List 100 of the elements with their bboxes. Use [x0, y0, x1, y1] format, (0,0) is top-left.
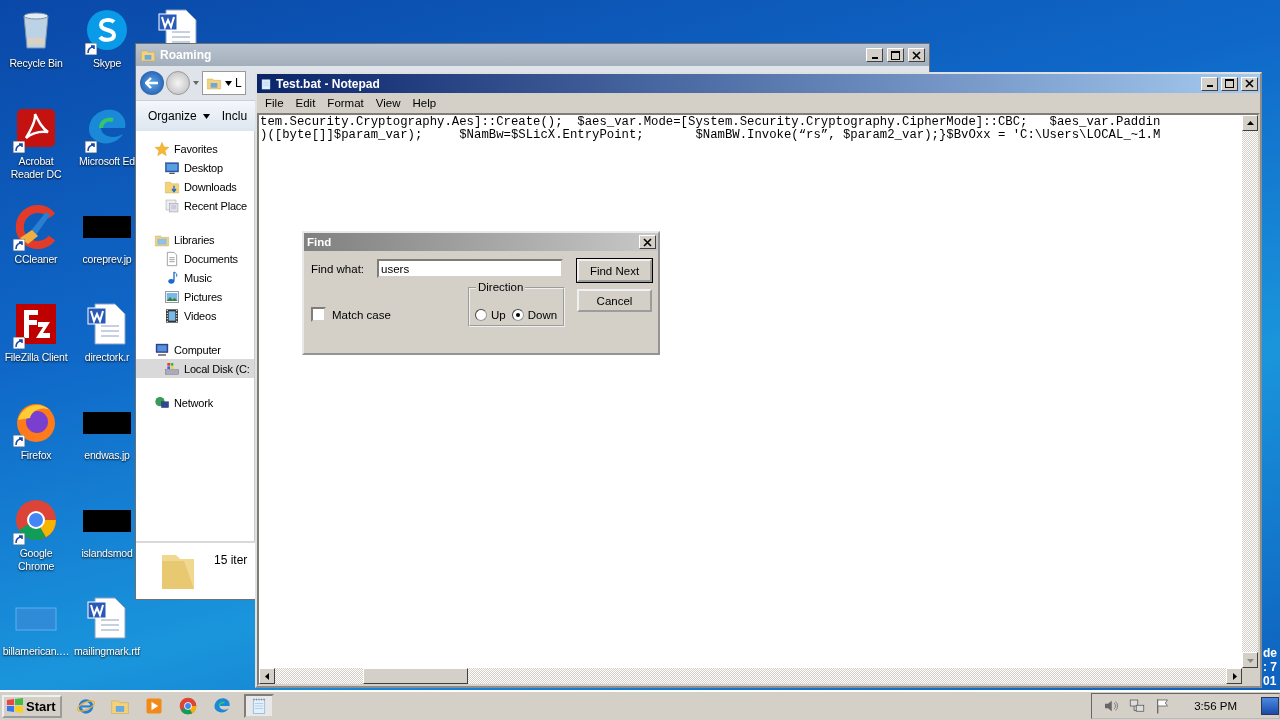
close-button[interactable]	[639, 235, 656, 249]
caret-icon	[225, 80, 232, 86]
menu-item[interactable]: View	[369, 97, 407, 109]
start-button[interactable]: Start	[2, 694, 62, 718]
folder-icon	[206, 75, 222, 91]
group-label: Direction	[476, 281, 526, 293]
nav-item[interactable]: Music	[136, 268, 254, 287]
desktop-icon-label[interactable]: CCleaner	[2, 253, 70, 266]
field-label: Find what:	[311, 262, 365, 275]
code-line: )([byte[]]$param_var); $NamBw=$SLicX.EntryPoint; $NamBW.Invoke(“rs”, $param2_var);}$BvOxx = 'C:\Users\LOCAL_~1.M	[260, 129, 1162, 142]
recent-places-icon	[164, 197, 180, 214]
menu-item[interactable]: Edit	[289, 97, 322, 109]
item-count: 15 iter	[214, 553, 248, 567]
desktop-icon-label[interactable]: Recycle Bin	[2, 57, 70, 70]
up-arrow-icon	[1246, 119, 1254, 127]
computer-icon	[154, 341, 170, 358]
scroll-down-button[interactable]	[1242, 652, 1258, 668]
minimize-icon	[1206, 85, 1213, 87]
windows-logo-icon	[6, 697, 24, 715]
menu-item[interactable]: File	[259, 97, 290, 109]
down-arrow-icon	[1246, 656, 1254, 664]
clock[interactable]: 3:56 PM	[1194, 700, 1237, 712]
scroll-left-button[interactable]	[259, 668, 275, 684]
desktop-icon-label[interactable]: Acrobat Reader DC	[2, 155, 70, 181]
monitor-icon	[164, 159, 180, 176]
desktop-icon-label[interactable]: Skype	[92, 57, 122, 70]
scroll-right-button[interactable]	[1226, 668, 1242, 684]
menu-item[interactable]: Format	[321, 97, 370, 109]
minimize-icon	[871, 56, 878, 59]
window-title: Test.bat - Notepad	[276, 76, 380, 91]
nav-item[interactable]: Libraries	[136, 230, 254, 249]
network-icon[interactable]	[1128, 697, 1147, 715]
code-line: tem.Security.Cryptography.Aes]::Create(); $aes_var.Mode=[System.Security.Cryptography.CipherMode]::CBC; $aes_var.Paddin	[260, 116, 1162, 129]
nav-item[interactable]: Computer	[136, 340, 254, 359]
desktop-text: de	[1263, 646, 1277, 660]
desktop-text: : 7	[1263, 660, 1277, 674]
nav-item[interactable]: Recent Place	[136, 196, 254, 215]
scrollbar-thumb[interactable]	[363, 668, 468, 684]
close-icon	[912, 50, 921, 60]
horizontal-scrollbar[interactable]	[259, 668, 1258, 684]
nav-item[interactable]: Videos	[136, 306, 254, 325]
minimize-button[interactable]	[866, 48, 883, 62]
minimize-button[interactable]	[1201, 76, 1218, 91]
star-icon	[154, 140, 170, 157]
toolbar-button[interactable]: Organize	[148, 109, 210, 123]
show-desktop-button[interactable]	[1261, 697, 1279, 715]
folder-icon	[140, 47, 156, 63]
match-case-checkbox[interactable]: Match case	[311, 307, 391, 322]
toolbar-button[interactable]: Inclu	[221, 109, 248, 123]
nav-item[interactable]: Downloads	[136, 177, 254, 196]
find-what-field[interactable]: users	[377, 259, 564, 278]
close-button[interactable]	[908, 48, 925, 62]
close-button[interactable]	[1241, 76, 1258, 91]
desktop-icon-label[interactable]: endwas.jp	[84, 449, 130, 462]
nav-item[interactable]: Network	[136, 393, 254, 412]
caret-icon	[202, 113, 210, 119]
nav-item[interactable]: Documents	[136, 249, 254, 268]
desktop-icon-label[interactable]: FileZilla Client	[2, 351, 70, 364]
window-title: Roaming	[160, 48, 212, 62]
resize-grip[interactable]	[1242, 668, 1258, 684]
taskbar-app-button[interactable]	[243, 694, 274, 718]
maximize-button[interactable]	[887, 48, 904, 62]
chrome-icon	[177, 696, 198, 716]
document-icon	[164, 250, 180, 267]
maximize-button[interactable]	[1221, 76, 1238, 91]
close-icon	[1245, 79, 1254, 88]
dropdown-caret-icon[interactable]	[192, 79, 200, 87]
desktop-icon-label[interactable]: directork.r	[84, 351, 130, 364]
direction-radio[interactable]: Down	[511, 309, 558, 321]
back-arrow-icon	[145, 77, 159, 89]
film-icon	[164, 307, 180, 324]
network-globe-icon	[154, 394, 170, 411]
desktop-text: 01	[1263, 674, 1277, 688]
e-browser-icon	[75, 696, 96, 716]
desktop-icon-label[interactable]: Google Chrome	[2, 547, 70, 573]
nav-item[interactable]: Local Disk (C:	[136, 359, 254, 378]
close-icon	[643, 237, 652, 247]
menu-item[interactable]: Help	[406, 97, 443, 109]
desktop-icon-label[interactable]: Firefox	[2, 449, 70, 462]
cancel-button[interactable]: Cancel	[577, 289, 652, 312]
back-button[interactable]	[140, 71, 164, 95]
dialog-title: Find	[307, 236, 332, 248]
desktop-icon-label[interactable]: coreprev.jp	[82, 253, 132, 266]
maximize-icon	[891, 50, 900, 60]
landscape-icon	[164, 288, 180, 305]
left-arrow-icon	[263, 672, 271, 680]
maximize-icon	[1225, 79, 1234, 88]
find-next-button[interactable]: Find Next	[577, 259, 652, 282]
nav-item[interactable]: Pictures	[136, 287, 254, 306]
vertical-scrollbar[interactable]	[1242, 115, 1258, 668]
scroll-up-button[interactable]	[1242, 115, 1258, 131]
desktop-icon-label[interactable]: islandsmod	[81, 547, 133, 560]
direction-radio[interactable]: Up	[475, 309, 506, 321]
nav-item[interactable]: Favorites	[136, 139, 254, 158]
desktop-icon-label[interactable]: Microsoft Ed	[79, 155, 135, 168]
notepad-icon	[259, 76, 273, 91]
address-bar[interactable]: L	[202, 71, 246, 95]
nav-item[interactable]: Desktop	[136, 158, 254, 177]
right-arrow-icon	[1230, 672, 1238, 680]
drive-icon	[164, 360, 180, 377]
